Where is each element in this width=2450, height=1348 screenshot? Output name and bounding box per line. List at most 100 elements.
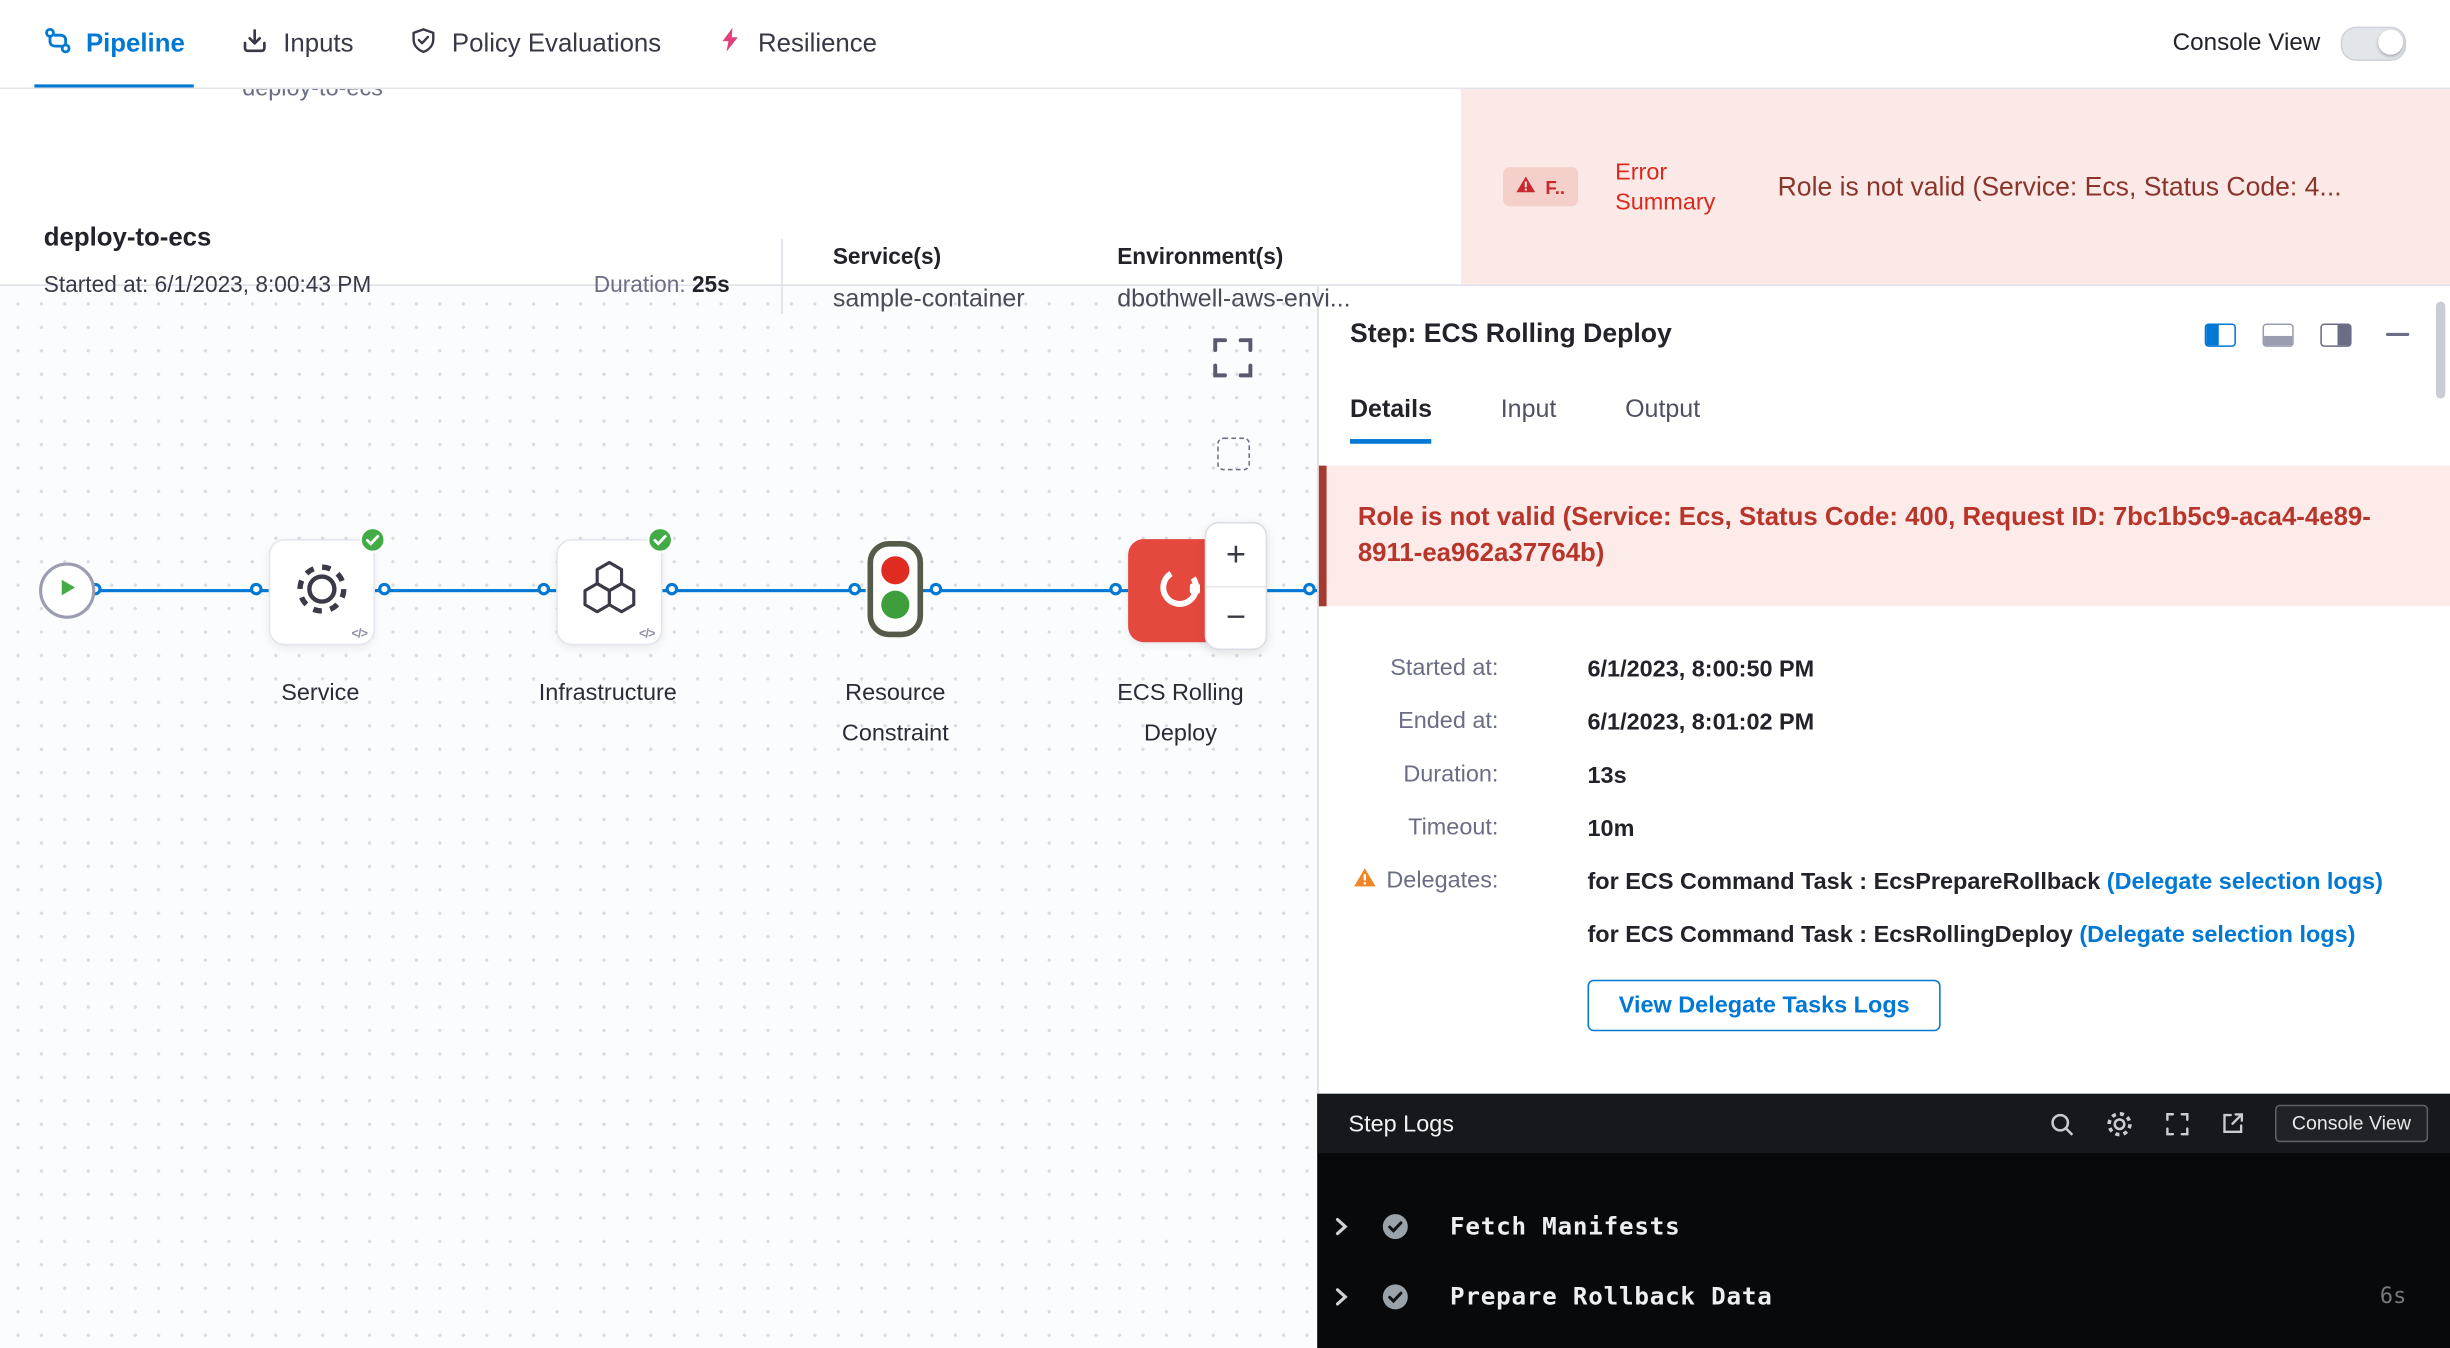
environments-value[interactable]: dbothwell-aws-envi... [1117, 286, 1350, 314]
error-summary-label: Error Summary [1615, 157, 1740, 216]
tab-input[interactable]: Input [1501, 397, 1557, 444]
panel-scrollbar[interactable] [2436, 302, 2445, 399]
connector-dot [1109, 583, 1122, 596]
edge-connector [922, 589, 1128, 592]
nav-tab-resilience[interactable]: Resilience [717, 0, 877, 88]
header-divider [781, 239, 783, 314]
pane-left-layout-icon[interactable] [2205, 323, 2236, 346]
canvas-fullscreen-icon[interactable] [1209, 334, 1256, 389]
nav-tab-pipeline[interactable]: Pipeline [44, 0, 185, 88]
connector-dot [250, 583, 263, 596]
step-error-banner: Role is not valid (Service: Ecs, Status … [1319, 466, 2450, 607]
tab-output[interactable]: Output [1625, 397, 1700, 444]
chevron-right-icon[interactable] [1333, 1285, 1350, 1307]
pipeline-name: deploy-to-ecs [44, 223, 212, 253]
log-step-duration: 6s [2380, 1284, 2406, 1309]
settings-gear-icon[interactable] [2104, 1109, 2134, 1139]
log-row[interactable]: Prepare Rollback Data 6s [1317, 1261, 2450, 1331]
traffic-light-icon [867, 617, 923, 644]
edge-connector [659, 589, 865, 592]
step-logs-console: Step Logs Console View [1317, 1094, 2450, 1348]
check-circle-icon [1381, 1212, 1409, 1240]
detail-value: 6/1/2023, 8:01:02 PM [1498, 706, 2421, 739]
delegate-row: for ECS Command Task : EcsRollingDeploy … [1498, 919, 2421, 952]
console-view-button[interactable]: Console View [2275, 1105, 2428, 1143]
nav-tab-label: Pipeline [86, 29, 185, 59]
pane-bottom-layout-icon[interactable] [2263, 323, 2294, 346]
nav-tab-inputs[interactable]: Inputs [241, 0, 353, 88]
connector-dot [538, 583, 551, 596]
execution-header: deploy-to-ecs Started at: 6/1/2023, 8:00… [0, 89, 2450, 286]
clipped-scrolled-text: deploy-to-ecs [242, 89, 383, 102]
nav-tabs: Pipeline Inputs Policy Evaluations [44, 0, 877, 88]
start-node[interactable] [39, 563, 95, 619]
marquee-select-icon[interactable] [1217, 438, 1250, 471]
step-details-list: Started at: 6/1/2023, 8:00:50 PM Ended a… [1342, 653, 2422, 1031]
log-row[interactable]: Fetch Manifests [1317, 1191, 2450, 1261]
hexagons-icon [577, 555, 643, 628]
pane-right-layout-icon[interactable] [2320, 323, 2351, 346]
top-nav: Pipeline Inputs Policy Evaluations [0, 0, 2450, 89]
tab-details[interactable]: Details [1350, 397, 1432, 444]
environments-label: Environment(s) [1117, 245, 1283, 270]
console-view-label: Console View [2173, 30, 2321, 58]
delegates-label: Delegates: [1342, 866, 1498, 894]
console-view-toggle[interactable] [2341, 27, 2407, 61]
step-logs-title: Step Logs [1348, 1110, 1454, 1137]
log-rows: Fetch Manifests Prepare Rollback Data 6s [1317, 1153, 2450, 1331]
failed-badge-label: F.. [1545, 176, 1565, 198]
connector-dot [666, 583, 679, 596]
minimize-panel-icon[interactable] [2386, 332, 2409, 336]
zoom-in-button[interactable]: + [1206, 523, 1265, 585]
duration: Duration:25s [594, 273, 730, 298]
panel-layout-controls [2205, 323, 2410, 346]
node-label: ECS Rolling Deploy [1091, 673, 1271, 754]
detail-label: Ended at: [1342, 706, 1498, 734]
delegate-selection-logs-link[interactable]: (Delegate selection logs) [2107, 869, 2383, 896]
started-at: Started at: 6/1/2023, 8:00:43 PM [44, 273, 371, 298]
resilience-icon [717, 27, 744, 61]
zoom-out-button[interactable]: − [1206, 585, 1265, 648]
page: Pipeline Inputs Policy Evaluations [0, 0, 2450, 1348]
pipeline-icon [44, 26, 72, 62]
error-summary-text: Role is not valid (Service: Ecs, Status … [1778, 171, 2450, 202]
chevron-right-icon[interactable] [1333, 1215, 1350, 1237]
zoom-controls: + − [1205, 522, 1268, 650]
fullscreen-icon[interactable] [2164, 1110, 2191, 1137]
search-icon[interactable] [2048, 1110, 2075, 1137]
services-label: Service(s) [833, 245, 941, 270]
connector-dot [378, 583, 391, 596]
connector-dot [848, 583, 861, 596]
step-panel-title: Step: ECS Rolling Deploy [1350, 319, 1672, 350]
node-resource-constraint[interactable] [867, 541, 923, 646]
delegate-selection-logs-link[interactable]: (Delegate selection logs) [2079, 922, 2355, 949]
code-icon: </> [351, 627, 367, 641]
node-service[interactable]: </> [269, 539, 375, 645]
console-view-control: Console View [2173, 27, 2407, 61]
services-value[interactable]: sample-container [833, 286, 1025, 314]
code-icon: </> [639, 627, 655, 641]
log-step-name: Prepare Rollback Data [1450, 1282, 1773, 1310]
step-panel-tabs: Details Input Output [1319, 350, 2450, 444]
success-badge-icon [647, 527, 674, 561]
pipeline-canvas[interactable]: </> Service </> Infrastructure [0, 286, 1317, 1348]
node-label: Infrastructure [514, 673, 702, 714]
warning-triangle-icon [1354, 867, 1377, 894]
node-label: Resource Constraint [802, 673, 990, 754]
view-delegate-tasks-logs-button[interactable]: View Delegate Tasks Logs [1588, 980, 1941, 1032]
edge-connector [372, 589, 556, 592]
external-link-icon[interactable] [2220, 1111, 2245, 1136]
nav-tab-label: Inputs [283, 29, 353, 59]
detail-label: Timeout: [1342, 813, 1498, 841]
nav-tab-policy-evaluations[interactable]: Policy Evaluations [410, 0, 661, 88]
ecs-icon [1153, 560, 1206, 621]
shield-check-icon [410, 26, 438, 62]
nav-tab-label: Resilience [758, 29, 877, 59]
connector-dot [930, 583, 943, 596]
play-icon [55, 574, 80, 607]
error-summary-strip: F.. Error Summary Role is not valid (Ser… [1461, 89, 2450, 284]
nav-tab-label: Policy Evaluations [452, 29, 661, 59]
detail-label: Duration: [1342, 759, 1498, 787]
node-infrastructure[interactable]: </> [556, 539, 662, 645]
log-step-name: Fetch Manifests [1450, 1212, 1680, 1240]
